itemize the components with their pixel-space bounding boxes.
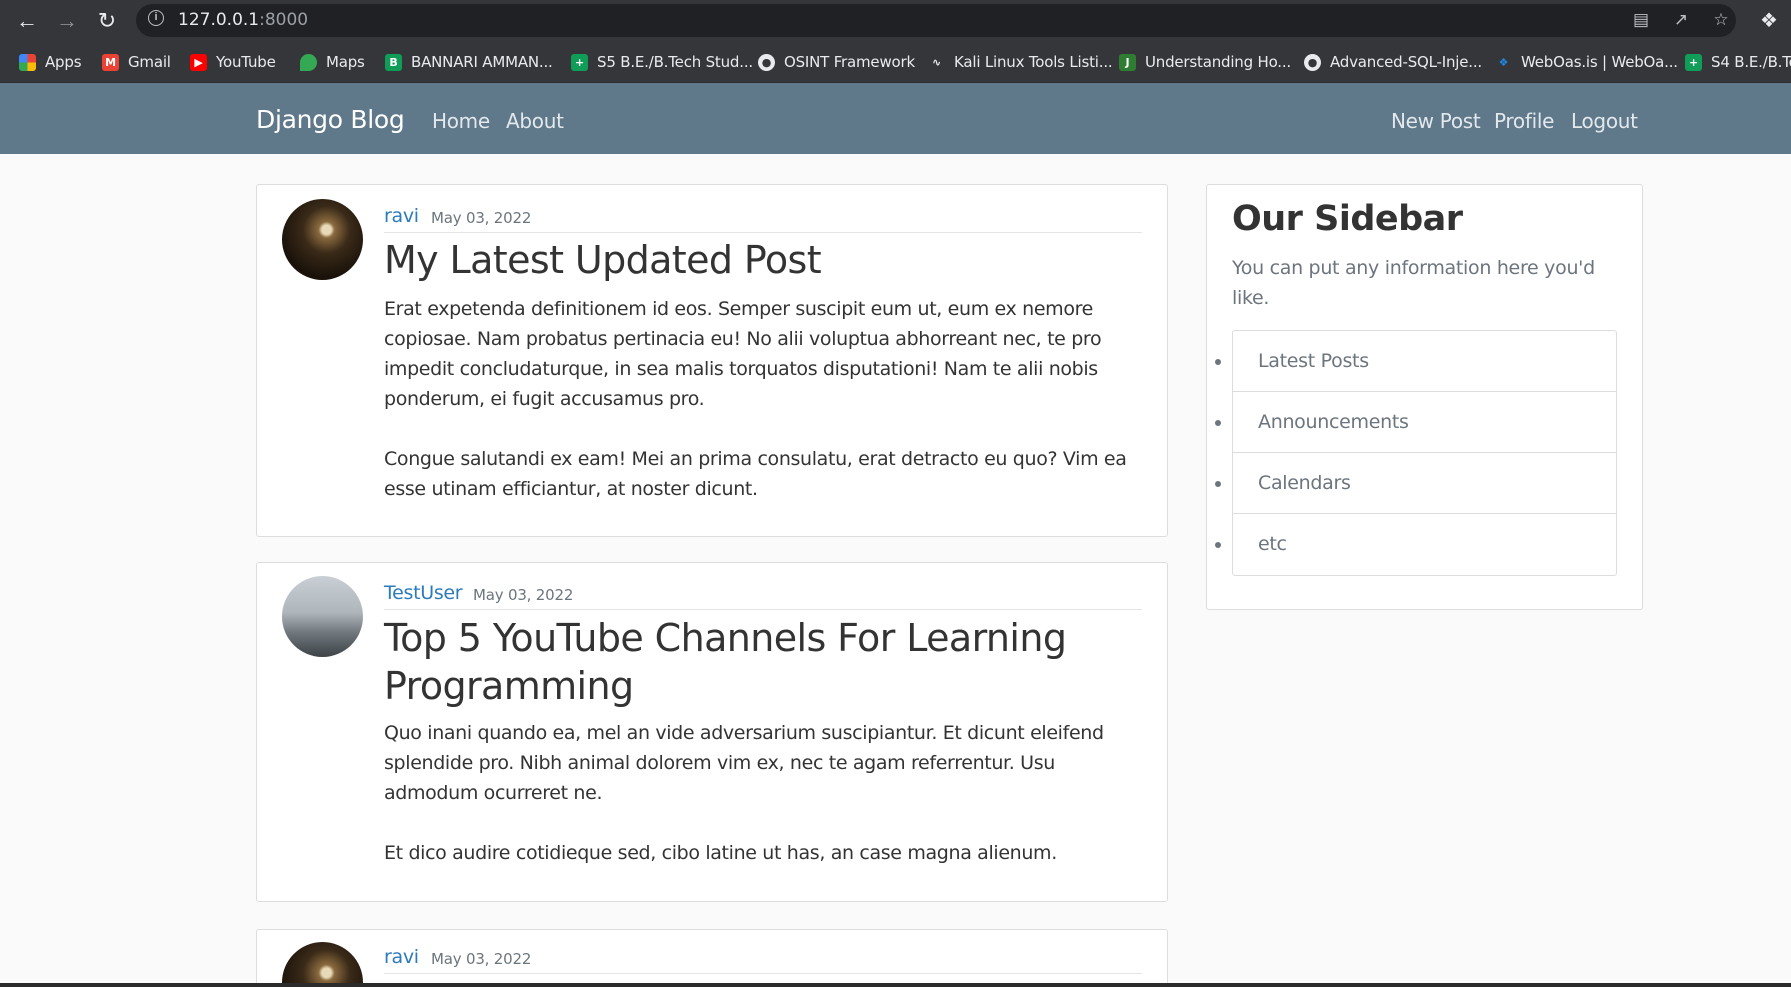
bookmark-label: WebOas.is | WebOa... — [1521, 53, 1678, 71]
post-card: ravi May 03, 2022 My Latest Updated Post… — [256, 184, 1168, 537]
maps-icon — [300, 53, 317, 71]
bookmark-label: S4 B.E./B.Tec — [1711, 53, 1791, 71]
bookmark-label: OSINT Framework — [784, 53, 915, 71]
bookmark-bannari[interactable]: B BANNARI AMMAN... — [385, 52, 553, 72]
sidebar-description: You can put any information here you'd l… — [1232, 257, 1595, 309]
post-title-link[interactable]: My Latest Updated Post — [384, 236, 1142, 284]
bookmark-weboasis[interactable]: ❖ WebOas.is | WebOa... — [1495, 52, 1678, 72]
bookmark-label: YouTube — [216, 53, 276, 71]
bookmark-label: S5 B.E./B.Tech Stud... — [597, 53, 753, 71]
address-bar[interactable] — [136, 4, 1736, 37]
plus-icon: + — [571, 53, 588, 71]
site-navbar: Django Blog Home About New Post Profile … — [0, 83, 1791, 154]
bannari-icon: B — [385, 53, 402, 71]
bookmark-label: Gmail — [128, 53, 171, 71]
post-content: Erat expetenda definitionem id eos. Semp… — [384, 298, 1127, 500]
bookmarks-bar: Apps M Gmail ▶ YouTube Maps B BANNARI AM… — [0, 41, 1791, 83]
avatar — [282, 199, 363, 280]
bookmark-maps[interactable]: Maps — [300, 52, 365, 72]
reload-icon[interactable]: ↻ — [94, 8, 120, 34]
extensions-puzzle-icon[interactable]: ❖ — [1760, 8, 1778, 33]
bookmark-label: Kali Linux Tools Listi... — [954, 53, 1113, 71]
bookmark-youtube[interactable]: ▶ YouTube — [190, 52, 276, 72]
post-meta: ravi May 03, 2022 — [384, 199, 1142, 233]
bookmark-gmail[interactable]: M Gmail — [102, 52, 171, 72]
gmail-icon: M — [102, 53, 119, 71]
apps-grid-icon — [19, 53, 36, 71]
post-date: May 03, 2022 — [473, 586, 574, 604]
sidebar-item-announcements[interactable]: Announcements — [1233, 392, 1616, 453]
bookmark-s5[interactable]: + S5 B.E./B.Tech Stud... — [571, 52, 753, 72]
sidebar-title: Our Sidebar — [1232, 199, 1463, 239]
bookmark-label: Understanding Ho... — [1145, 53, 1291, 71]
nav-about-link[interactable]: About — [506, 109, 564, 133]
post-card: TestUser May 03, 2022 Top 5 YouTube Chan… — [256, 562, 1168, 902]
nav-new-post-link[interactable]: New Post — [1391, 109, 1481, 133]
bookmark-label: Maps — [326, 53, 365, 71]
bookmark-label: Advanced-SQL-Inje... — [1330, 53, 1482, 71]
weboasis-icon: ❖ — [1498, 55, 1509, 69]
sidebar-item-latest-posts[interactable]: Latest Posts — [1233, 331, 1616, 392]
post-date: May 03, 2022 — [431, 950, 532, 968]
bookmark-star-icon[interactable]: ☆ — [1710, 9, 1732, 31]
avatar — [282, 576, 363, 657]
youtube-icon: ▶ — [190, 53, 207, 71]
bookmark-s4[interactable]: + S4 B.E./B.Tec — [1685, 52, 1791, 72]
sidebar-item-calendars[interactable]: Calendars — [1233, 453, 1616, 514]
site-info-icon[interactable]: i — [148, 10, 164, 26]
post-card: ravi May 03, 2022 — [256, 929, 1168, 987]
avatar — [282, 942, 363, 987]
post-date: May 03, 2022 — [431, 209, 532, 227]
sidebar: Our Sidebar You can put any information … — [1206, 184, 1643, 610]
bookmark-sql[interactable]: ● Advanced-SQL-Inje... — [1304, 52, 1482, 72]
sidebar-item-etc[interactable]: etc — [1233, 514, 1616, 575]
post-meta: ravi May 03, 2022 — [384, 940, 1142, 974]
nav-profile-link[interactable]: Profile — [1494, 109, 1554, 133]
forward-arrow-icon[interactable]: → — [54, 8, 80, 34]
bookmark-label: Apps — [45, 53, 82, 71]
share-icon[interactable]: ↗ — [1670, 9, 1692, 31]
post-author-link[interactable]: ravi — [384, 205, 419, 227]
sidebar-list: Latest Posts Announcements Calendars etc — [1232, 330, 1617, 576]
brand-link[interactable]: Django Blog — [256, 105, 405, 134]
bookmark-apps[interactable]: Apps — [19, 52, 82, 72]
bookmark-understanding[interactable]: J Understanding Ho... — [1119, 52, 1291, 72]
post-meta: TestUser May 03, 2022 — [384, 576, 1142, 610]
bookmark-label: BANNARI AMMAN... — [411, 53, 553, 71]
post-author-link[interactable]: ravi — [384, 946, 419, 968]
window-bottom-edge — [0, 983, 1791, 987]
url-text[interactable]: 127.0.0.1:8000 — [178, 10, 308, 30]
nav-logout-link[interactable]: Logout — [1571, 109, 1638, 133]
globe-icon: ● — [758, 53, 775, 71]
kali-icon: ∿ — [931, 55, 942, 69]
browser-toolbar: ← → ↻ i 127.0.0.1:8000 ▤ ↗ ☆ ❖ — [0, 0, 1791, 41]
post-title-link[interactable]: Top 5 YouTube Channels For Learning Prog… — [384, 614, 1142, 710]
bookmark-osint[interactable]: ● OSINT Framework — [758, 52, 915, 72]
translate-icon[interactable]: ▤ — [1630, 9, 1652, 31]
j-icon: J — [1119, 53, 1136, 71]
nav-home-link[interactable]: Home — [432, 109, 490, 133]
back-arrow-icon[interactable]: ← — [14, 8, 40, 34]
bookmark-kali[interactable]: ∿ Kali Linux Tools Listi... — [928, 52, 1113, 72]
post-content: Quo inani quando ea, mel an vide adversa… — [384, 722, 1104, 864]
plus-icon: + — [1685, 53, 1702, 71]
post-author-link[interactable]: TestUser — [384, 582, 463, 604]
github-icon: ● — [1304, 53, 1321, 71]
